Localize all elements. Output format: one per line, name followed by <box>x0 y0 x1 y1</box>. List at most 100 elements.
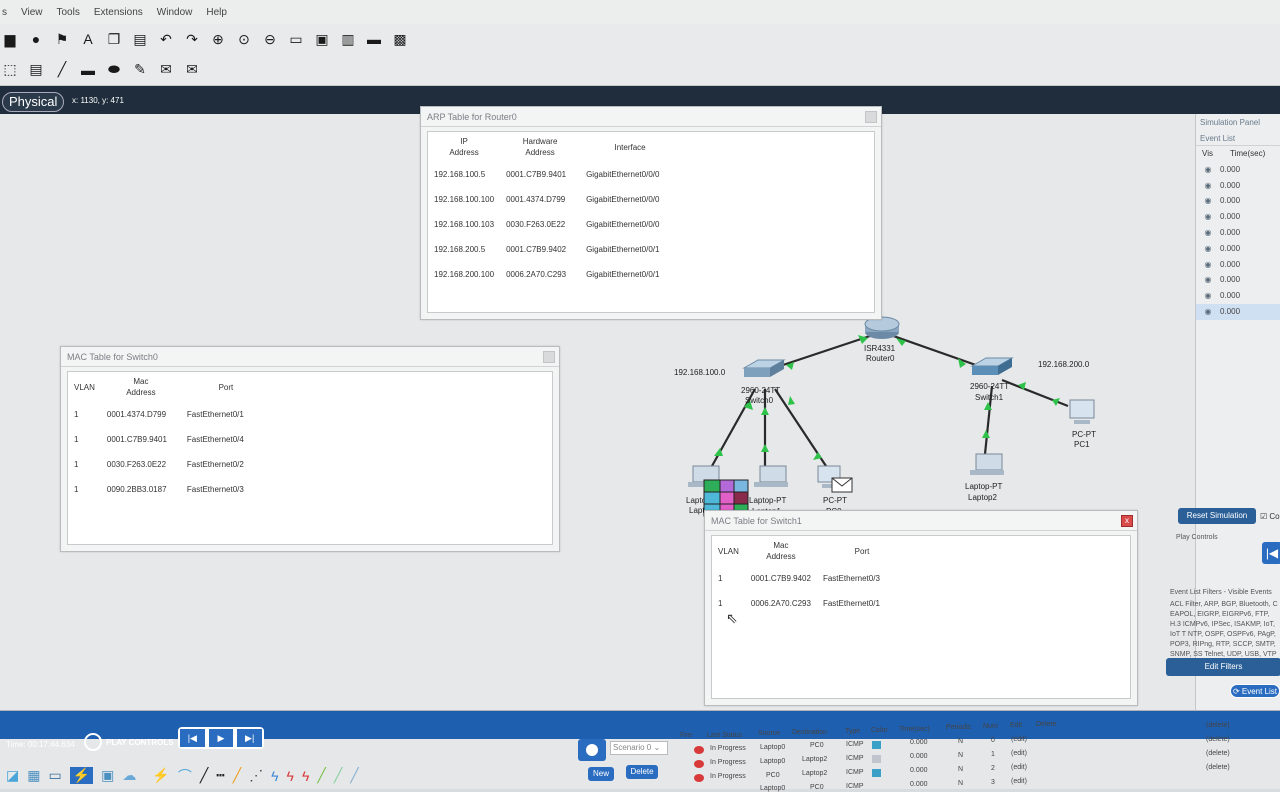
menu-extensions[interactable]: Extensions <box>94 7 143 18</box>
event-row-selected[interactable]: ◉ 0.000 <box>1196 303 1280 320</box>
device-template-icon[interactable]: ▣ <box>312 29 332 49</box>
network-info-icon[interactable]: ⚑ <box>52 29 72 49</box>
zoom-in-icon[interactable]: ⊕ <box>208 29 228 49</box>
edit-filters-button[interactable]: Edit Filters <box>1166 658 1280 676</box>
select-icon[interactable]: ⬚ <box>0 60 20 80</box>
eye-icon[interactable]: ◉ <box>1196 193 1220 209</box>
menu-help[interactable]: Help <box>206 7 227 18</box>
pdu-delete-link[interactable]: (delete) <box>1206 764 1230 771</box>
event-row[interactable]: ◉ 0.000 <box>1196 193 1280 209</box>
rectangle-icon[interactable]: ▬ <box>78 60 98 80</box>
straight-cable-icon[interactable]: ╱ <box>200 767 208 784</box>
event-row[interactable]: ◉ 0.000 <box>1196 257 1280 273</box>
eye-icon[interactable]: ◉ <box>1196 304 1220 320</box>
pdu-edit-link[interactable]: (edit) <box>1011 778 1027 785</box>
pdu-edit-link[interactable]: (edit) <box>1011 736 1027 743</box>
simple-pdu-icon[interactable]: ✉ <box>156 60 176 80</box>
close-icon[interactable] <box>543 351 555 363</box>
coaxial-cable-icon[interactable]: ϟ <box>271 768 278 784</box>
event-row[interactable]: ◉ 0.000 <box>1196 241 1280 257</box>
mac-table-switch1-window[interactable]: MAC Table for Switch1 x VLAN Mac Address… <box>704 510 1138 706</box>
event-row[interactable]: ◉ 0.000 <box>1196 288 1280 304</box>
connections-icon[interactable]: ⚡ <box>69 767 94 784</box>
mac-table-switch0-window[interactable]: MAC Table for Switch0 VLAN Mac Address P… <box>60 346 560 552</box>
logical-workspace[interactable]: 192.168.100.0 192.168.200.0 ISR4331 Rout… <box>0 106 1195 710</box>
pdu-delete-link[interactable]: (delete) <box>1206 736 1230 743</box>
forward-icon[interactable]: ▶| <box>237 729 263 747</box>
text-icon[interactable]: A <box>78 29 98 49</box>
menu-file[interactable]: s <box>2 7 7 18</box>
menu-window[interactable]: Window <box>157 7 193 18</box>
iot-cable-icon[interactable]: ╱ <box>334 767 342 784</box>
redo-icon[interactable]: ↷ <box>182 29 202 49</box>
complex-pdu-icon[interactable]: ✉ <box>182 60 202 80</box>
line-icon[interactable]: ╱ <box>52 60 72 80</box>
usb-cable-icon[interactable]: ╱ <box>350 767 358 784</box>
arp-table-window[interactable]: ARP Table for Router0 IP Address Hardwar… <box>420 106 882 320</box>
fiber-cable-icon[interactable]: ╱ <box>233 767 241 784</box>
image-icon[interactable]: ▩ <box>390 29 410 49</box>
eye-icon[interactable]: ◉ <box>1196 162 1220 178</box>
back-step-button[interactable]: |◀ <box>1262 542 1280 564</box>
pdu-capture-icon[interactable] <box>578 739 606 761</box>
pdu-delete-link[interactable]: (delete) <box>1206 722 1230 729</box>
notes-icon[interactable]: ▥ <box>338 29 358 49</box>
eye-icon[interactable]: ◉ <box>1196 241 1220 257</box>
pdu-edit-link[interactable]: (edit) <box>1011 764 1027 771</box>
fire-indicator-icon[interactable] <box>694 774 704 782</box>
constant-delay-checkbox[interactable]: ☑ Consta <box>1260 512 1280 521</box>
new-scenario-button[interactable]: New <box>588 767 614 781</box>
auto-cable-icon[interactable]: ⚡ <box>152 767 169 784</box>
eye-icon[interactable]: ◉ <box>1196 225 1220 241</box>
eye-icon[interactable]: ◉ <box>1196 257 1220 273</box>
close-icon[interactable] <box>865 111 877 123</box>
print-icon[interactable]: ▆ <box>0 29 20 49</box>
reset-simulation-button[interactable]: Reset Simulation <box>1178 508 1256 524</box>
delete-scenario-button[interactable]: Delete <box>626 765 658 779</box>
console-cable-icon[interactable]: ⌒ <box>178 766 192 786</box>
freeform-icon[interactable]: ✎ <box>130 60 150 80</box>
zoom-out-icon[interactable]: ⊖ <box>260 29 280 49</box>
event-row[interactable]: ◉ 0.000 <box>1196 162 1280 178</box>
cluster-icon[interactable]: ▬ <box>364 29 384 49</box>
copy-icon[interactable]: ❐ <box>104 29 124 49</box>
close-icon[interactable]: x <box>1121 515 1133 527</box>
fire-indicator-icon[interactable] <box>694 746 704 754</box>
event-list[interactable]: ◉ 0.000 ◉ 0.000 ◉ 0.000 ◉ 0.000 ◉ 0.000 ◉ 0.00… <box>1196 162 1280 320</box>
menu-tools[interactable]: Tools <box>57 7 80 18</box>
event-row[interactable]: ◉ 0.000 <box>1196 272 1280 288</box>
crossover-cable-icon[interactable]: ┅ <box>216 767 224 784</box>
components-icon[interactable]: ▭ <box>48 767 61 784</box>
event-row[interactable]: ◉ 0.000 <box>1196 178 1280 194</box>
multiuser-icon[interactable]: ☁ <box>122 767 136 784</box>
physical-mode-button[interactable]: Physical <box>2 92 65 112</box>
serial-dte-icon[interactable]: ϟ <box>302 768 309 784</box>
pdu-edit-link[interactable]: (edit) <box>1011 750 1027 757</box>
back-icon[interactable]: |◀ <box>180 729 205 747</box>
play-icon[interactable]: ▶ <box>208 729 234 747</box>
paste-icon[interactable]: ▤ <box>130 29 150 49</box>
misc-icon[interactable]: ▣ <box>101 767 114 784</box>
note-icon[interactable]: ▤ <box>26 60 46 80</box>
octal-cable-icon[interactable]: ╱ <box>317 767 325 784</box>
drawing-palette-icon[interactable]: ▭ <box>286 29 306 49</box>
serial-dce-icon[interactable]: ϟ <box>287 768 294 784</box>
scenario-select[interactable]: Scenario 0 ⌄ <box>610 741 668 755</box>
ellipse-icon[interactable]: ⬬ <box>104 60 124 80</box>
eye-icon[interactable]: ◉ <box>1196 178 1220 194</box>
menu-view[interactable]: View <box>21 7 43 18</box>
undo-icon[interactable]: ↶ <box>156 29 176 49</box>
network-devices-icon[interactable]: ◪ <box>6 767 19 784</box>
event-row[interactable]: ◉ 0.000 <box>1196 209 1280 225</box>
pdu-delete-link[interactable]: (delete) <box>1206 750 1230 757</box>
eye-icon[interactable]: ◉ <box>1196 272 1220 288</box>
end-devices-icon[interactable]: ▦ <box>27 767 40 784</box>
event-row[interactable]: ◉ 0.000 <box>1196 225 1280 241</box>
eye-icon[interactable]: ◉ <box>1196 288 1220 304</box>
activity-wizard-icon[interactable]: ● <box>26 29 46 49</box>
clock-icon[interactable] <box>84 733 102 751</box>
eye-icon[interactable]: ◉ <box>1196 209 1220 225</box>
fire-indicator-icon[interactable] <box>694 760 704 768</box>
phone-cable-icon[interactable]: ⋰ <box>249 767 263 784</box>
event-list-button[interactable]: ⟳ Event List <box>1230 684 1280 698</box>
